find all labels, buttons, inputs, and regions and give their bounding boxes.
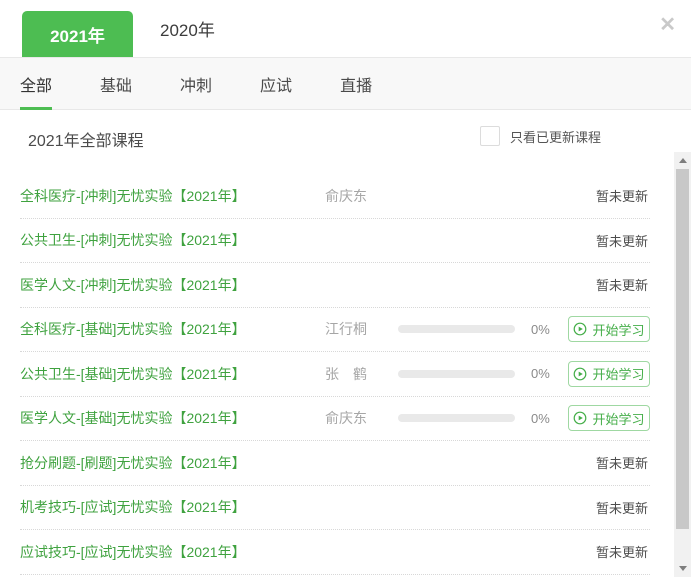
course-title-link[interactable]: 医学人文-[基础]无忧实验【2021年】: [20, 408, 325, 428]
updated-only-filter[interactable]: 只看已更新课程: [480, 126, 601, 146]
progress-group: 0%: [398, 322, 563, 337]
progress-percent: 0%: [531, 322, 563, 337]
course-row: 全科医疗-[冲刺]无忧实验【2021年】 俞庆东 暂未更新: [20, 174, 650, 219]
course-title-link[interactable]: 公共卫生-[基础]无忧实验【2021年】: [20, 364, 325, 384]
start-learning-label: 开始学习: [592, 320, 644, 339]
progress-percent: 0%: [531, 366, 563, 381]
progress-percent: 0%: [531, 411, 563, 426]
scrollbar-thumb[interactable]: [676, 169, 689, 529]
update-status-text: 暂未更新: [596, 231, 650, 250]
start-learning-label: 开始学习: [592, 364, 644, 383]
update-status-text: 暂未更新: [596, 186, 650, 205]
course-row: 应试技巧-[应试]无忧实验【2021年】 暂未更新: [20, 530, 650, 575]
course-row: 全科医疗-[基础]无忧实验【2021年】 江行桐 0% 开始学习: [20, 308, 650, 353]
course-row: 医学人文-[基础]无忧实验【2021年】 俞庆东 0% 开始学习: [20, 397, 650, 442]
update-status-text: 暂未更新: [596, 275, 650, 294]
course-title-link[interactable]: 公共卫生-[冲刺]无忧实验【2021年】: [20, 230, 325, 250]
update-status-text: 暂未更新: [596, 453, 650, 472]
progress-group: 0%: [398, 411, 563, 426]
year-tab-bar: 2021年 2020年 ✕: [0, 0, 691, 57]
play-circle-icon: [573, 367, 587, 381]
course-row: 机考技巧-[应试]无忧实验【2021年】 暂未更新: [20, 486, 650, 531]
close-icon[interactable]: ✕: [659, 15, 676, 35]
year-tab-2020[interactable]: 2020年: [160, 0, 215, 57]
progress-bar: [398, 370, 515, 378]
updated-only-checkbox[interactable]: [480, 126, 500, 146]
filter-tab-basic[interactable]: 基础: [100, 58, 132, 109]
scroll-up-button[interactable]: [674, 152, 691, 169]
course-row: 医学人文-[冲刺]无忧实验【2021年】 暂未更新: [20, 263, 650, 308]
start-learning-label: 开始学习: [592, 409, 644, 428]
filter-tab-all[interactable]: 全部: [20, 58, 52, 109]
course-row: 抢分刷题-[刷题]无忧实验【2021年】 暂未更新: [20, 441, 650, 486]
filter-tab-live[interactable]: 直播: [340, 58, 372, 109]
progress-group: 0%: [398, 366, 563, 381]
course-title-link[interactable]: 医学人文-[冲刺]无忧实验【2021年】: [20, 275, 325, 295]
course-teacher: 张 鹤: [325, 364, 398, 384]
update-status-text: 暂未更新: [596, 498, 650, 517]
filter-tab-sprint[interactable]: 冲刺: [180, 58, 212, 109]
year-tab-2021[interactable]: 2021年: [22, 11, 133, 57]
course-list: 全科医疗-[冲刺]无忧实验【2021年】 俞庆东 暂未更新 公共卫生-[冲刺]无…: [20, 174, 650, 575]
arrow-up-icon: [679, 158, 687, 163]
course-title-link[interactable]: 全科医疗-[基础]无忧实验【2021年】: [20, 319, 325, 339]
course-title-link[interactable]: 全科医疗-[冲刺]无忧实验【2021年】: [20, 186, 325, 206]
filter-tab-exam[interactable]: 应试: [260, 58, 292, 109]
play-circle-icon: [573, 411, 587, 425]
progress-bar: [398, 414, 515, 422]
progress-bar: [398, 325, 515, 333]
course-title-link[interactable]: 抢分刷题-[刷题]无忧实验【2021年】: [20, 453, 325, 473]
course-teacher: 江行桐: [325, 319, 398, 339]
arrow-down-icon: [679, 566, 687, 571]
start-learning-button[interactable]: 开始学习: [568, 361, 650, 387]
course-row: 公共卫生-[冲刺]无忧实验【2021年】 暂未更新: [20, 219, 650, 264]
play-circle-icon: [573, 322, 587, 336]
start-learning-button[interactable]: 开始学习: [568, 316, 650, 342]
updated-only-label: 只看已更新课程: [510, 127, 601, 146]
vertical-scrollbar[interactable]: [674, 152, 691, 577]
course-title-link[interactable]: 应试技巧-[应试]无忧实验【2021年】: [20, 542, 325, 562]
category-filter-bar: 全部 基础 冲刺 应试 直播: [0, 57, 691, 110]
course-teacher: 俞庆东: [325, 186, 398, 206]
course-teacher: 俞庆东: [325, 408, 398, 428]
course-title-link[interactable]: 机考技巧-[应试]无忧实验【2021年】: [20, 497, 325, 517]
page-title: 2021年全部课程: [28, 127, 144, 151]
update-status-text: 暂未更新: [596, 542, 650, 561]
start-learning-button[interactable]: 开始学习: [568, 405, 650, 431]
course-panel: 2021年全部课程 只看已更新课程 全科医疗-[冲刺]无忧实验【2021年】 俞…: [0, 110, 691, 577]
course-row: 公共卫生-[基础]无忧实验【2021年】 张 鹤 0% 开始学习: [20, 352, 650, 397]
scroll-down-button[interactable]: [674, 560, 691, 577]
